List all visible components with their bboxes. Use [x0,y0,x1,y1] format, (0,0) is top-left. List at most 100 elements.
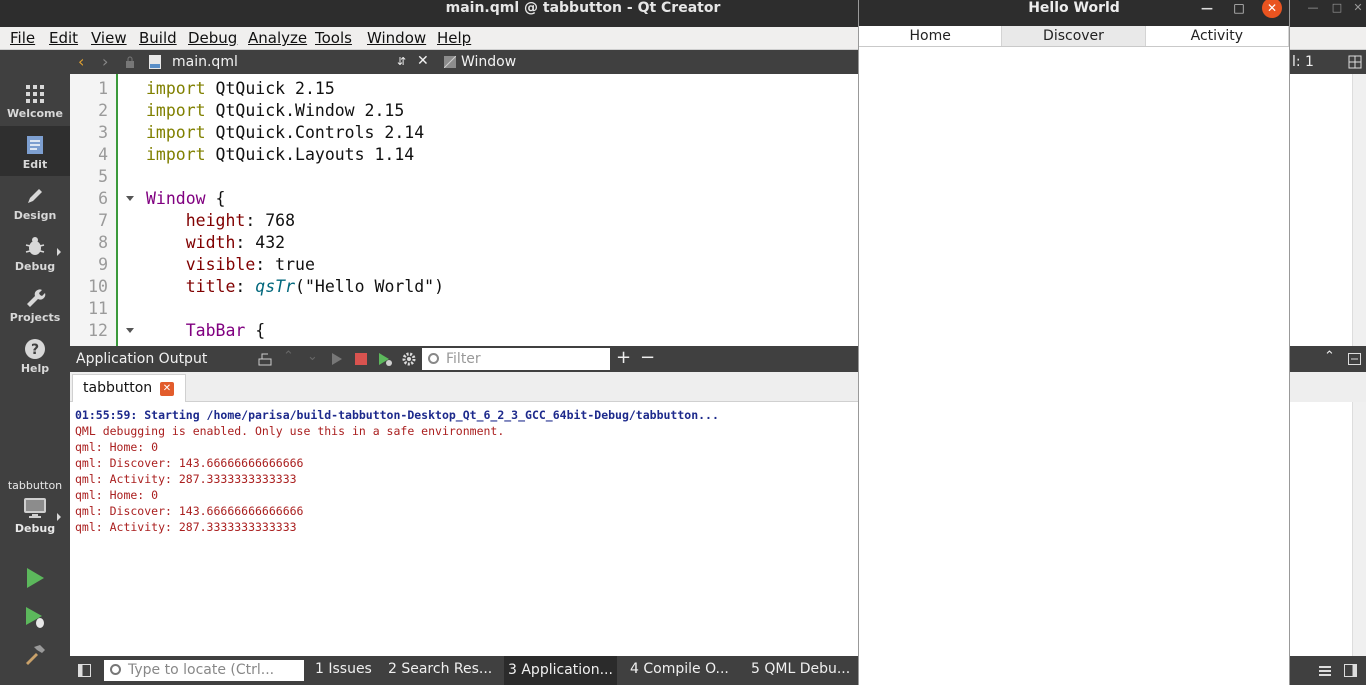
debug-attach-icon[interactable] [377,351,393,367]
output-tab-label: tabbutton [83,380,153,396]
code-line: width: 432 [146,232,285,254]
output-message-line: qml: Discover: 143.66666666666666 [75,456,304,470]
close-icon[interactable]: ✕ [1262,0,1282,18]
close-pane-icon[interactable] [1348,353,1361,365]
output-filter-input[interactable]: Filter [422,348,610,370]
code-token: TabBar [185,321,246,340]
file-dropdown-icon[interactable]: ⇵ [397,55,406,68]
pane-search-results[interactable]: 2 Search Res... [388,661,492,677]
pane-application-output[interactable]: 3 Application... [504,656,617,685]
code-line: import QtQuick.Layouts 1.14 [146,144,414,166]
line-number: 1 [98,79,108,98]
editor-scrollbar[interactable] [1352,74,1366,346]
mode-edit[interactable]: Edit [0,126,70,176]
previous-item-icon[interactable]: ⌃ [283,349,294,364]
mode-design[interactable]: Design [0,177,70,227]
line-number: 10 [88,277,108,296]
code-token: import [146,145,206,164]
zoom-in-icon[interactable]: + [616,347,631,368]
pane-compile-output[interactable]: 4 Compile O... [630,661,729,677]
output-scrollbar[interactable] [1352,402,1366,656]
maximize-pane-icon[interactable]: ⌃ [1324,349,1335,364]
settings-gear-icon[interactable] [401,351,417,367]
output-tab-tabbutton[interactable]: tabbutton ✕ [72,374,186,402]
application-output-text[interactable]: 01:55:59: Starting /home/parisa/build-ta… [70,402,858,656]
code-line: Window { [146,188,225,210]
code-line: import QtQuick.Controls 2.14 [146,122,424,144]
split-editor-icon[interactable] [1348,55,1362,69]
code-editor[interactable]: 1 2 3 4 5 6 7 8 9 10 11 12 import QtQuick 2.15 impor… [70,74,858,346]
line-number: 4 [98,145,108,164]
editor-toolbar: ‹ › main.qml ⇵ ✕ Window [70,50,858,74]
mode-welcome[interactable]: Welcome [0,75,70,125]
next-item-icon[interactable]: ⌄ [307,349,318,364]
navigate-forward-icon[interactable]: › [102,52,108,71]
open-file-name[interactable]: main.qml [172,54,238,70]
mode-debug[interactable]: Debug [0,228,70,278]
symbol-name[interactable]: Window [461,54,516,70]
tab-home[interactable]: Home [859,26,1003,46]
zoom-out-icon[interactable]: − [640,347,655,368]
filter-placeholder: Filter [446,351,481,367]
code-token: : 768 [245,211,296,230]
minimize-icon[interactable]: — [1199,0,1215,16]
code-token: QtQuick.Controls 2.14 [215,123,425,142]
run-icon[interactable] [23,566,47,590]
close-tab-icon[interactable]: ✕ [160,382,174,396]
qt-creator-right-edge: l: 1 ⌃ [1290,50,1366,685]
close-file-icon[interactable]: ✕ [417,53,429,69]
close-icon[interactable]: ✕ [1348,0,1366,16]
code-token: ("Hello World") [295,277,445,296]
tab-discover[interactable]: Discover [1002,26,1146,46]
progress-details-icon[interactable] [1318,664,1332,677]
pane-qml-debugger[interactable]: 5 QML Debu... [751,661,850,677]
menu-window[interactable]: Window [367,29,426,47]
mode-help[interactable]: ? Help [0,330,70,380]
mode-label: Debug [14,260,56,273]
toggle-sidebar-icon[interactable] [78,664,91,677]
code-token: import [146,101,206,120]
stop-icon[interactable] [353,351,369,367]
debug-run-icon[interactable] [23,605,47,629]
line-number: 8 [98,233,108,252]
maximize-icon[interactable]: □ [1327,0,1347,16]
mode-label: Projects [9,311,61,324]
fold-arrow-icon[interactable] [126,328,134,333]
menu-view[interactable]: View [91,29,127,47]
mode-projects[interactable]: Projects [0,279,70,329]
lock-icon [126,56,134,68]
menu-edit[interactable]: Edit [49,29,78,47]
tab-activity[interactable]: Activity [1145,26,1289,46]
minimize-icon[interactable]: — [1303,0,1323,16]
toggle-right-sidebar-icon[interactable] [1344,664,1357,677]
maximize-icon[interactable]: □ [1231,0,1247,16]
line-number: 3 [98,123,108,142]
menu-file[interactable]: File [10,29,35,47]
pane-issues[interactable]: 1 Issues [315,661,372,677]
menu-build[interactable]: Build [139,29,177,47]
menu-tools[interactable]: Tools [315,29,352,47]
editor-toolbar-right: l: 1 [1290,50,1366,74]
fold-arrow-icon[interactable] [126,196,134,201]
navigate-back-icon[interactable]: ‹ [78,52,84,71]
code-token: { [205,189,226,208]
menu-help[interactable]: Help [437,29,471,47]
mode-label: Design [13,209,57,222]
code-token: : true [255,255,315,274]
menu-debug[interactable]: Debug [188,29,237,47]
code-token: title [185,277,236,296]
rerun-icon[interactable] [329,351,345,367]
build-hammer-icon[interactable] [23,642,47,666]
search-icon [428,353,439,364]
attach-icon[interactable] [257,351,273,367]
submenu-arrow-icon [57,248,61,256]
output-pane-title: Application Output [76,351,208,367]
code-token: QtQuick.Layouts 1.14 [215,145,415,164]
menu-analyze[interactable]: Analyze [248,29,307,47]
code-line: height: 768 [146,210,295,232]
code-line: import QtQuick.Window 2.15 [146,100,404,122]
kit-selector[interactable]: tabbutton Debug [0,473,70,548]
locator-input[interactable]: Type to locate (Ctrl... [104,660,304,681]
output-tabs: tabbutton ✕ [70,372,858,402]
